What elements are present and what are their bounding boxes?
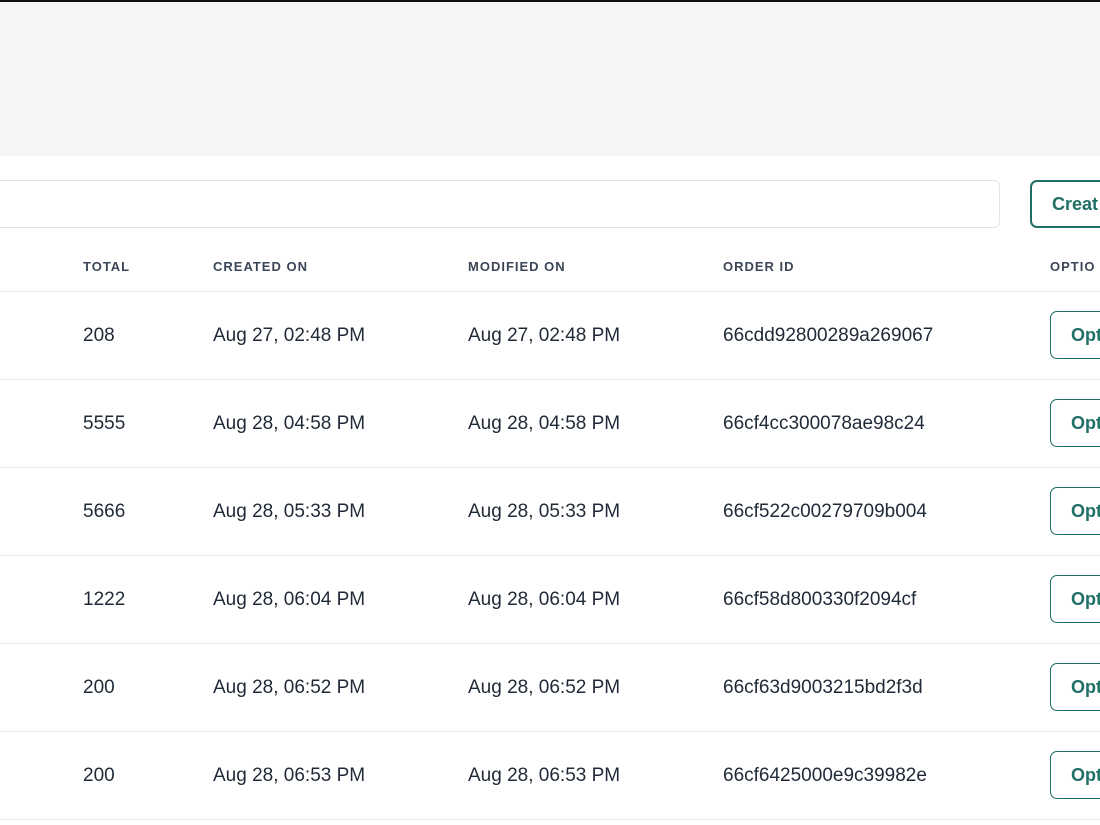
column-header-created-on[interactable]: CREATED ON [213,259,308,274]
cell-created-on: Aug 28, 04:58 PM [213,413,366,434]
cell-modified-on: Aug 28, 05:33 PM [468,501,621,522]
search-field[interactable] [0,180,1000,228]
cell-total: 208 [83,325,115,346]
page-header-band [0,2,1100,156]
cell-created-on: Aug 27, 02:48 PM [213,325,366,346]
row-options-button[interactable]: Opt [1050,399,1100,447]
cell-order-id: 66cf58d800330f2094cf [723,589,917,610]
cell-modified-on: Aug 28, 04:58 PM [468,413,621,434]
column-header-modified-on[interactable]: MODIFIED ON [468,259,566,274]
cell-total: 200 [83,765,115,786]
column-header-total[interactable]: TOTAL [83,259,130,274]
cell-modified-on: Aug 28, 06:53 PM [468,765,621,786]
cell-created-on: Aug 28, 05:33 PM [213,501,366,522]
column-header-order-id[interactable]: ORDER ID [723,259,795,274]
table-row: 208 Aug 27, 02:48 PM Aug 27, 02:48 PM 66… [0,292,1100,380]
table-row: 200 Aug 28, 06:52 PM Aug 28, 06:52 PM 66… [0,644,1100,732]
row-options-button[interactable]: Opt [1050,487,1100,535]
cell-created-on: Aug 28, 06:53 PM [213,765,366,786]
table-row: 5555 Aug 28, 04:58 PM Aug 28, 04:58 PM 6… [0,380,1100,468]
cell-total: 200 [83,677,115,698]
row-options-button[interactable]: Opt [1050,575,1100,623]
table-header: TOTAL CREATED ON MODIFIED ON ORDER ID OP… [0,238,1100,292]
column-header-options: OPTIO [1050,259,1096,274]
row-options-button[interactable]: Opt [1050,311,1100,359]
cell-order-id: 66cf63d9003215bd2f3d [723,677,923,698]
table-row: 5666 Aug 28, 05:33 PM Aug 28, 05:33 PM 6… [0,468,1100,556]
cell-modified-on: Aug 27, 02:48 PM [468,325,621,346]
cell-order-id: 66cf6425000e9c39982e [723,765,927,786]
cell-order-id: 66cf4cc300078ae98c24 [723,413,925,434]
row-options-button[interactable]: Opt [1050,663,1100,711]
cell-total: 5555 [83,413,126,434]
cell-created-on: Aug 28, 06:04 PM [213,589,366,610]
table-row: 200 Aug 28, 06:53 PM Aug 28, 06:53 PM 66… [0,732,1100,820]
cell-total: 1222 [83,589,126,610]
cell-total: 5666 [83,501,126,522]
cell-modified-on: Aug 28, 06:52 PM [468,677,621,698]
table-row: 1222 Aug 28, 06:04 PM Aug 28, 06:04 PM 6… [0,556,1100,644]
cell-order-id: 66cf522c00279709b004 [723,501,927,522]
cell-order-id: 66cdd92800289a269067 [723,325,934,346]
search-input[interactable] [0,181,999,227]
cell-created-on: Aug 28, 06:52 PM [213,677,366,698]
cell-modified-on: Aug 28, 06:04 PM [468,589,621,610]
create-button[interactable]: Creat [1030,180,1100,228]
row-options-button[interactable]: Opt [1050,751,1100,799]
